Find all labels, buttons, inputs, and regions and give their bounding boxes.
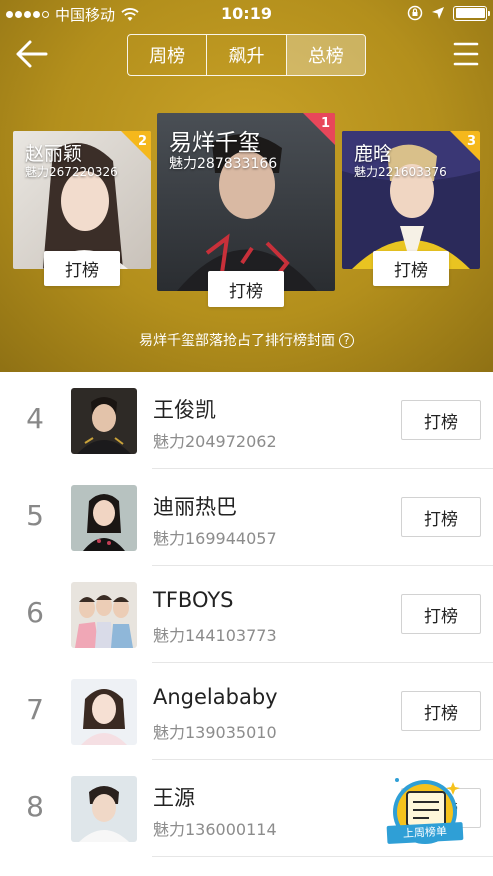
vote-button-rank-1[interactable]: 打榜 — [208, 271, 284, 307]
rank-number: 3 — [466, 134, 476, 149]
divider — [152, 856, 493, 857]
star-name: 王源 — [153, 786, 195, 810]
avatar — [71, 582, 137, 648]
star-name: TFBOYS — [153, 588, 234, 612]
vote-button[interactable]: 打榜 — [401, 400, 481, 440]
cover-note-text: 易烊千玺部落抢占了排行榜封面 — [139, 333, 335, 349]
vote-button[interactable]: 打榜 — [401, 594, 481, 634]
rank-number: 5 — [26, 499, 44, 532]
list-item[interactable]: 5 迪丽热巴 魅力169944057 打榜 — [0, 469, 493, 566]
list-item[interactable]: 4 王俊凯 魅力204972062 打榜 — [0, 372, 493, 469]
vote-button-rank-3[interactable]: 打榜 — [373, 251, 449, 286]
tab-overall[interactable]: 总榜 — [286, 35, 365, 75]
rank-number: 6 — [26, 596, 44, 629]
status-bar: 中国移动 10:19 — [0, 0, 493, 28]
podium-name: 易烊千玺 — [169, 130, 261, 156]
podium-card-3[interactable]: 鹿晗 魅力221603376 3 — [342, 131, 480, 269]
podium-card-1[interactable]: 易烊千玺 魅力287833166 1 — [157, 113, 335, 291]
rank-number: 8 — [26, 790, 44, 823]
menu-icon[interactable] — [453, 40, 479, 68]
cover-note: 易烊千玺部落抢占了排行榜封面? — [0, 330, 493, 350]
back-arrow-icon[interactable] — [14, 38, 50, 70]
status-right — [407, 5, 490, 21]
star-charm: 魅力204972062 — [153, 432, 277, 451]
avatar — [71, 388, 137, 454]
avatar — [71, 679, 137, 745]
podium-name: 赵丽颖 — [25, 143, 83, 165]
rank-number: 7 — [26, 693, 44, 726]
star-charm: 魅力136000114 — [153, 820, 277, 839]
last-week-ranking-button[interactable]: 上周榜单 — [383, 770, 469, 856]
star-charm: 魅力139035010 — [153, 723, 277, 742]
tab-rising[interactable]: 飙升 — [207, 35, 287, 75]
star-charm: 魅力144103773 — [153, 626, 277, 645]
avatar — [71, 485, 137, 551]
ranking-tabs: 周榜 飙升 总榜 — [127, 34, 366, 76]
tab-weekly[interactable]: 周榜 — [128, 35, 208, 75]
location-arrow-icon — [432, 7, 444, 19]
list-item[interactable]: 6 TFBOYS 魅力144103773 打榜 — [0, 566, 493, 663]
vote-button[interactable]: 打榜 — [401, 691, 481, 731]
rank-number: 2 — [137, 134, 147, 149]
help-icon[interactable]: ? — [339, 333, 354, 348]
avatar — [71, 776, 137, 842]
battery-icon — [453, 5, 490, 21]
star-name: Angelababy — [153, 685, 278, 709]
podium-card-2[interactable]: 赵丽颖 魅力267220326 2 — [13, 131, 151, 269]
star-name: 王俊凯 — [153, 398, 216, 422]
podium-charm: 魅力267220326 — [25, 165, 118, 179]
rotation-lock-icon — [407, 5, 423, 21]
list-item[interactable]: 7 Angelababy 魅力139035010 打榜 — [0, 663, 493, 760]
star-charm: 魅力169944057 — [153, 529, 277, 548]
star-name: 迪丽热巴 — [153, 495, 237, 519]
rank-badge — [303, 113, 335, 145]
vote-button[interactable]: 打榜 — [401, 497, 481, 537]
podium-name: 鹿晗 — [354, 143, 393, 165]
leaderboard-header: 中国移动 10:19 周榜 飙升 总榜 赵丽颖 魅力267220326 2 易烊… — [0, 0, 493, 372]
podium-charm: 魅力287833166 — [169, 156, 278, 172]
rank-number: 4 — [26, 402, 44, 435]
podium-charm: 魅力221603376 — [354, 165, 447, 179]
rank-number: 1 — [320, 116, 330, 131]
vote-button-rank-2[interactable]: 打榜 — [44, 251, 120, 286]
